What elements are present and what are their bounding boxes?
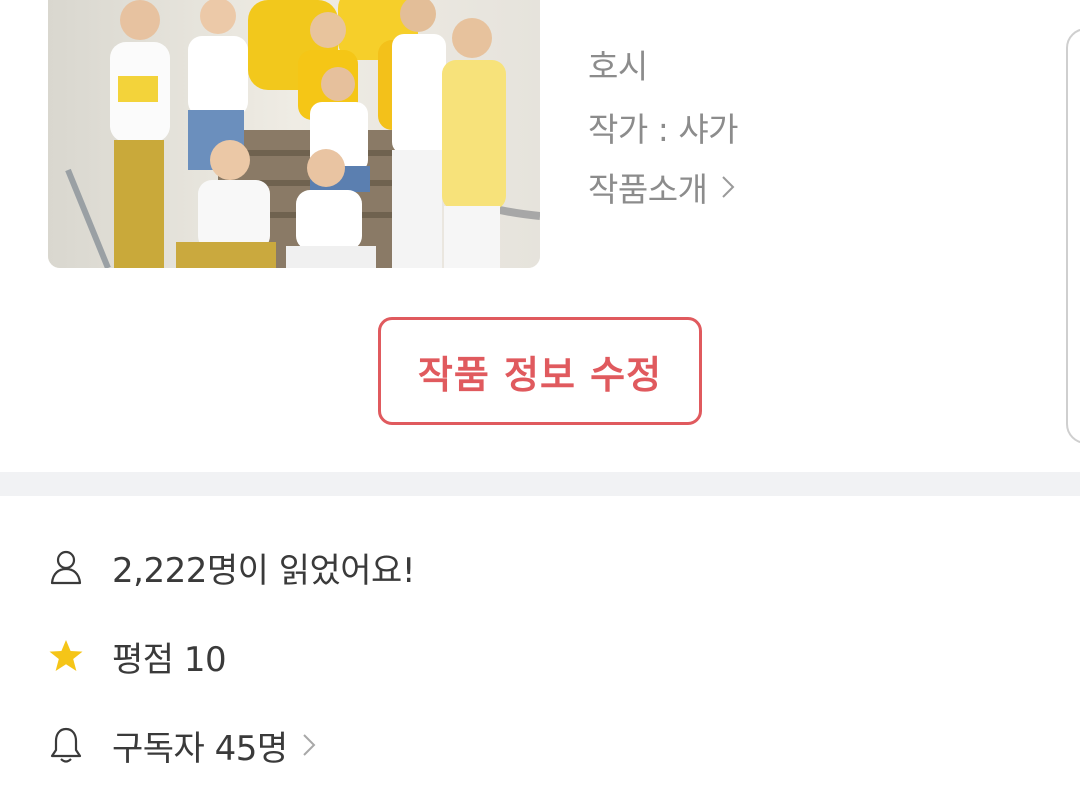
subscribers-count: 구독자 45명 [112, 728, 288, 769]
work-intro-link[interactable]: 작품소개 [588, 163, 735, 211]
bell-icon [48, 725, 84, 765]
cover-image[interactable] [48, 0, 540, 268]
star-icon [48, 636, 84, 676]
person-icon [48, 547, 84, 587]
readers-count: 2,222명이 읽었어요! [112, 550, 415, 591]
chevron-right-icon [302, 734, 316, 756]
work-stats: 2,222명이 읽었어요! 평점 10 구독자 45명 [0, 496, 1080, 810]
edit-work-info-button[interactable]: 작품 정보 수정 [378, 317, 702, 425]
next-work-card-edge[interactable] [1066, 28, 1080, 444]
work-author: 작가 : 샤가 [588, 110, 739, 149]
work-intro-label: 작품소개 [588, 170, 708, 209]
work-title: 호시 [588, 47, 648, 86]
subscribers-row[interactable]: 구독자 45명 [48, 720, 316, 770]
section-divider [0, 472, 1080, 496]
rating-value: 평점 10 [112, 639, 227, 680]
rating-row: 평점 10 [48, 631, 227, 681]
chevron-right-icon [722, 176, 735, 198]
group-photo [48, 0, 540, 268]
readers-row: 2,222명이 읽었어요! [48, 542, 415, 592]
work-header: 호시 작가 : 샤가 작품소개 작품 정보 수정 [0, 0, 1080, 472]
